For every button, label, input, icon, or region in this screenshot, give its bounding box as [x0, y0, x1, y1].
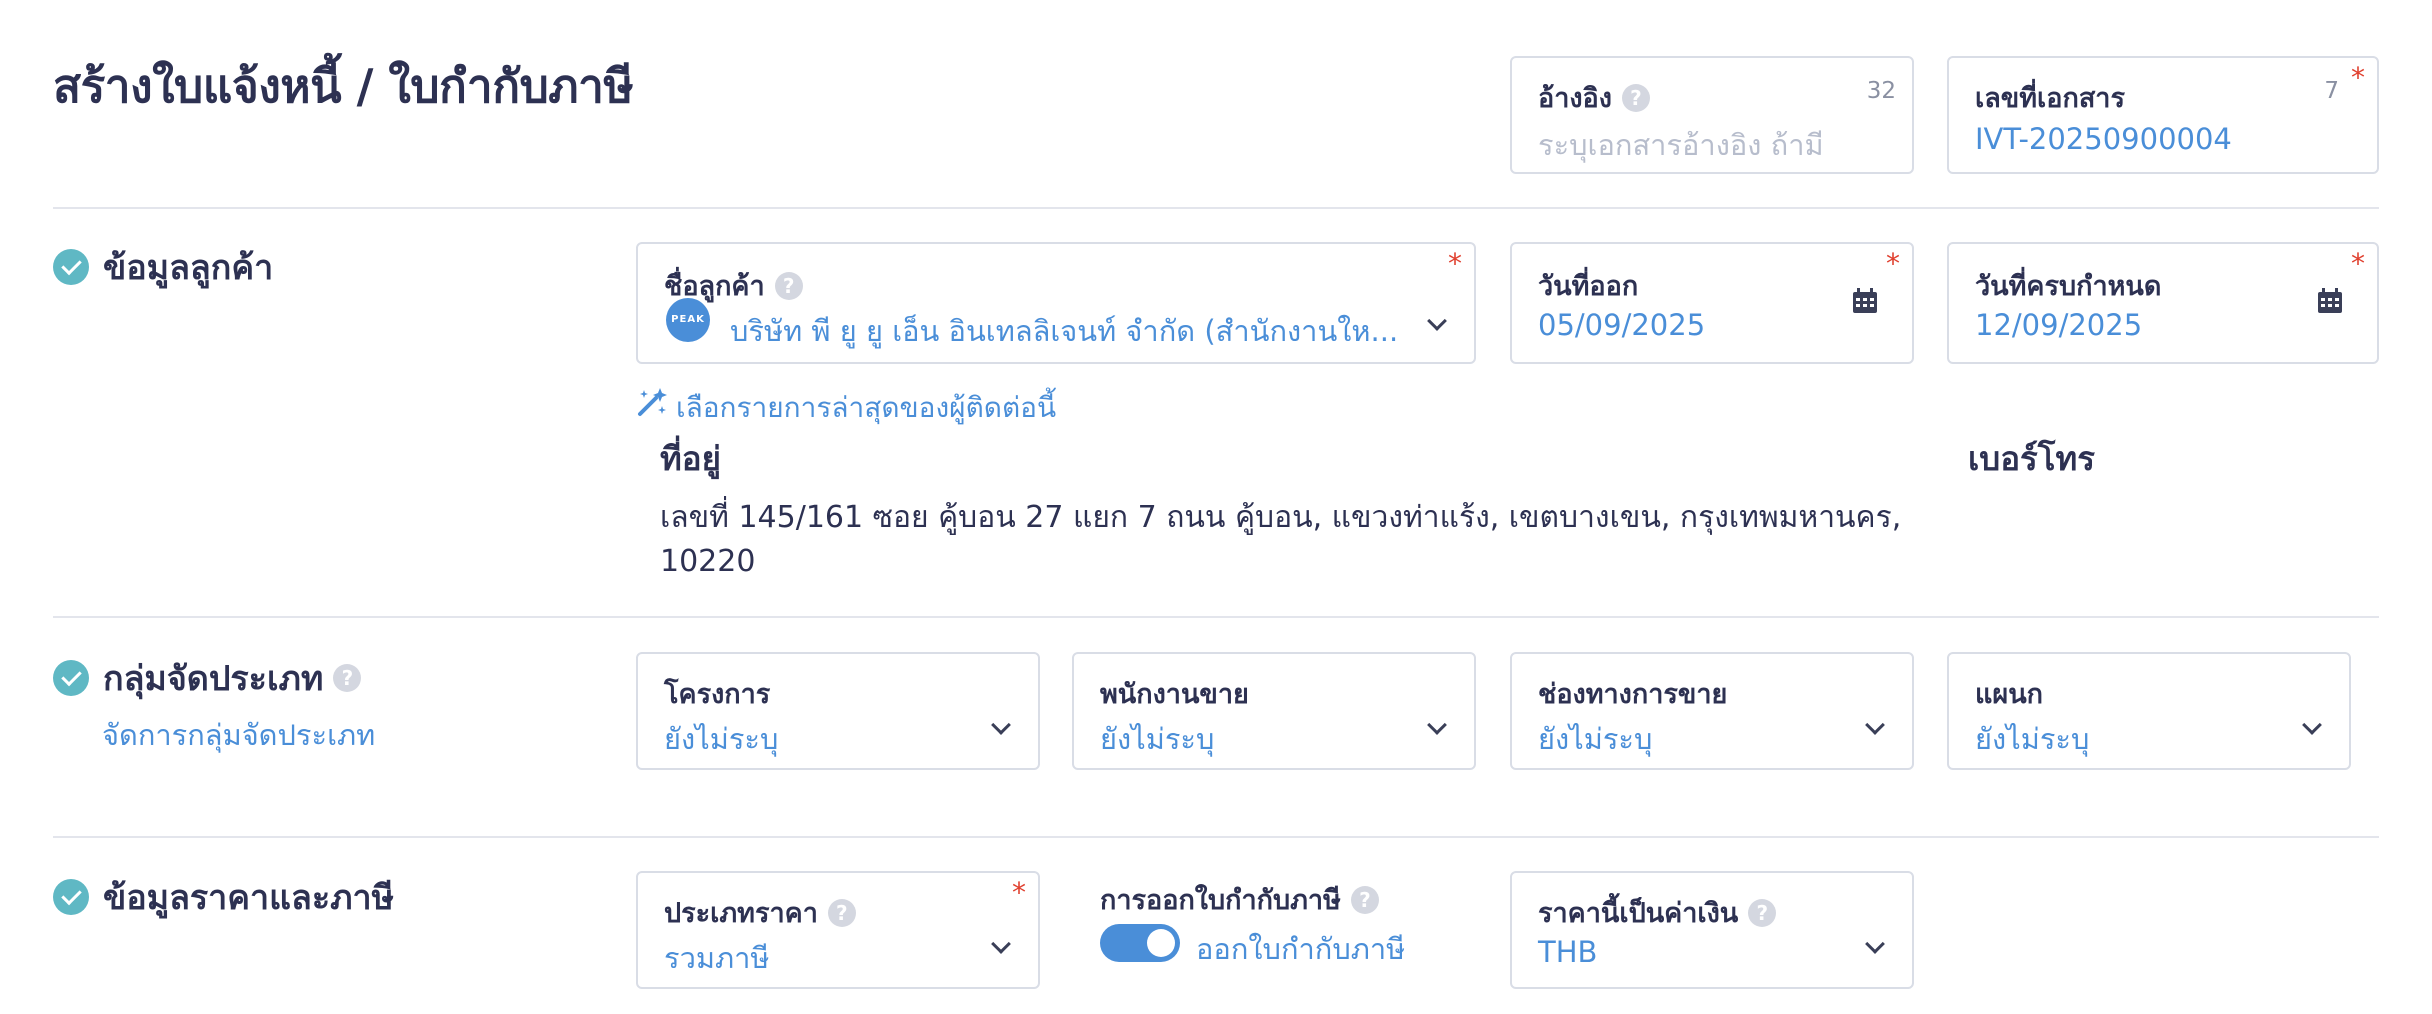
document-number-field[interactable]: เลขที่เอกสาร 7 * IVT-20250900004 [1947, 56, 2379, 174]
due-date-input[interactable]: 12/09/2025 [1975, 308, 2142, 342]
help-icon[interactable]: ? [333, 664, 362, 692]
salesperson-select[interactable]: พนักงานขาย ยังไม่ระบุ [1072, 652, 1476, 770]
check-circle-icon [53, 660, 89, 696]
tax-invoice-toggle-label: ออกใบกำกับภาษี [1196, 932, 1406, 966]
classification-section-title: กลุ่มจัดประเภท? [53, 651, 362, 705]
chevron-down-icon[interactable] [2302, 715, 2322, 735]
project-label: โครงการ [664, 679, 771, 710]
required-marker: * [1448, 247, 1462, 280]
due-date-field[interactable]: วันที่ครบกำหนด * 12/09/2025 [1947, 242, 2379, 364]
issue-date-input[interactable]: 05/09/2025 [1538, 308, 1705, 342]
help-icon[interactable]: ? [774, 271, 803, 300]
document-number-char-count: 7 [2324, 78, 2339, 104]
chevron-down-icon[interactable] [1865, 715, 1885, 735]
reference-field[interactable]: อ้างอิง? 32 ระบุเอกสารอ้างอิง ถ้ามี [1510, 56, 1914, 174]
reference-label: อ้างอิง? [1538, 76, 1650, 119]
reference-char-count: 32 [1866, 78, 1896, 104]
issue-date-field[interactable]: วันที่ออก * 05/09/2025 [1510, 242, 1914, 364]
chevron-down-icon[interactable] [1865, 934, 1885, 954]
tax-invoice-label: การออกใบกำกับภาษี? [1100, 878, 1379, 921]
salesperson-value[interactable]: ยังไม่ระบุ [1100, 716, 1214, 762]
currency-value[interactable]: THB [1538, 935, 1597, 969]
recent-contact-link[interactable]: เลือกรายการล่าสุดของผู้ติดต่อนี้ [676, 386, 1056, 430]
phone-label: เบอร์โทร [1968, 439, 2095, 478]
reference-input[interactable]: ระบุเอกสารอ้างอิง ถ้ามี [1538, 122, 1824, 168]
department-label: แผนก [1975, 679, 2044, 710]
help-icon[interactable]: ? [827, 898, 856, 927]
manage-classification-link[interactable]: จัดการกลุ่มจัดประเภท [102, 712, 375, 758]
divider [53, 836, 2379, 838]
magic-wand-icon[interactable] [636, 386, 668, 418]
price-type-value[interactable]: รวมภาษี [664, 935, 770, 981]
salesperson-label: พนักงานขาย [1100, 679, 1249, 710]
chevron-down-icon[interactable] [991, 934, 1011, 954]
project-value[interactable]: ยังไม่ระบุ [664, 716, 778, 762]
sales-channel-label: ช่องทางการขาย [1538, 679, 1728, 710]
help-icon[interactable]: ? [1350, 885, 1379, 914]
chevron-down-icon[interactable] [1427, 715, 1447, 735]
calendar-icon[interactable] [2317, 288, 2343, 314]
tax-invoice-toggle[interactable] [1100, 924, 1180, 962]
customer-logo: PEAK [666, 298, 710, 342]
price-type-label: ประเภทราคา? [664, 891, 856, 934]
currency-select[interactable]: ราคานี้เป็นค่าเงิน? THB [1510, 871, 1914, 989]
chevron-down-icon[interactable] [1427, 311, 1447, 331]
department-value[interactable]: ยังไม่ระบุ [1975, 716, 2089, 762]
due-date-label: วันที่ครบกำหนด [1975, 271, 2162, 302]
required-marker: * [1886, 247, 1900, 280]
check-circle-icon [53, 249, 89, 285]
price-type-select[interactable]: ประเภทราคา? * รวมภาษี [636, 871, 1040, 989]
address-label: ที่อยู่ [660, 439, 721, 478]
issue-date-label: วันที่ออก [1538, 271, 1639, 302]
project-select[interactable]: โครงการ ยังไม่ระบุ [636, 652, 1040, 770]
document-number-input[interactable]: IVT-20250900004 [1975, 122, 2232, 156]
help-icon[interactable]: ? [1621, 83, 1650, 112]
divider [53, 207, 2379, 209]
sales-channel-select[interactable]: ช่องทางการขาย ยังไม่ระบุ [1510, 652, 1914, 770]
department-select[interactable]: แผนก ยังไม่ระบุ [1947, 652, 2351, 770]
divider [53, 616, 2379, 618]
customer-name-value[interactable]: บริษัท พี ยู ยู เอ็น อินเทลลิเจนท์ จำกัด… [730, 308, 1398, 354]
currency-label: ราคานี้เป็นค่าเงิน? [1538, 891, 1777, 934]
calendar-icon[interactable] [1852, 288, 1878, 314]
check-circle-icon [53, 879, 89, 915]
customer-section-title: ข้อมูลลูกค้า [53, 240, 273, 294]
help-icon[interactable]: ? [1748, 898, 1777, 927]
chevron-down-icon[interactable] [991, 715, 1011, 735]
pricing-section-title: ข้อมูลราคาและภาษี [53, 870, 394, 924]
required-marker: * [2351, 247, 2365, 280]
address-line-1: เลขที่ 145/161 ซอย คู้บอน 27 แยก 7 ถนน ค… [660, 500, 1902, 535]
sales-channel-value[interactable]: ยังไม่ระบุ [1538, 716, 1652, 762]
required-marker: * [1012, 876, 1026, 909]
document-number-label: เลขที่เอกสาร [1975, 83, 2125, 114]
required-marker: * [2351, 61, 2365, 94]
address-line-2: 10220 [660, 544, 756, 579]
page-title: สร้างใบแจ้งหนี้ / ใบกำกับภาษี [53, 59, 634, 113]
customer-name-field[interactable]: ชื่อลูกค้า? * PEAK บริษัท พี ยู ยู เอ็น … [636, 242, 1476, 364]
